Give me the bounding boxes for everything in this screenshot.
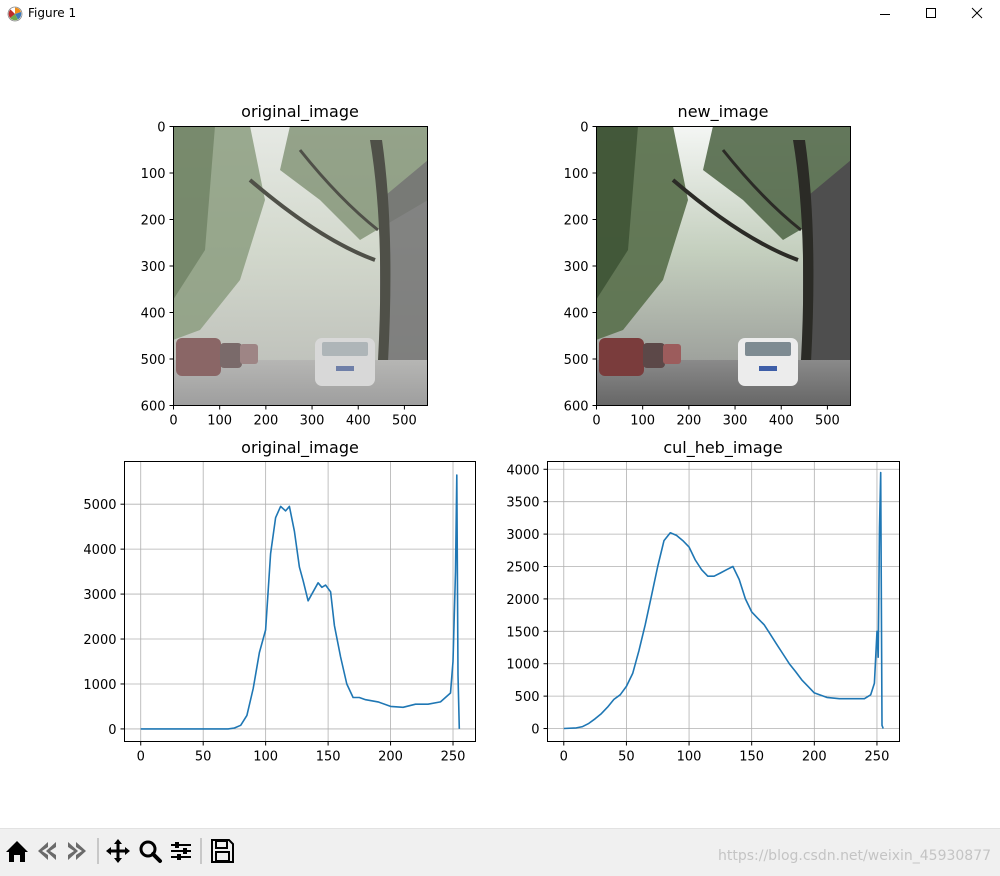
axes-frame [124, 461, 476, 742]
x-tick-label: 250 [441, 750, 466, 765]
original-histogram-axes: original_image 0 50 100 150 200 250 0 1000 2000 3… [83, 438, 476, 765]
axes-title: original_image [241, 438, 359, 458]
y-tick-label: 500 [141, 353, 166, 368]
x-tick-label: 400 [346, 414, 371, 429]
x-tick-label: 200 [378, 750, 403, 765]
histogram-line [140, 474, 461, 730]
histogram-line [563, 471, 884, 730]
y-tick-label: 3500 [506, 496, 539, 511]
x-tick-label: 200 [676, 414, 701, 429]
axes-title: original_image [241, 102, 359, 122]
close-icon [971, 7, 983, 19]
x-tick-label: 100 [253, 750, 278, 765]
zoom-icon [139, 840, 162, 863]
x-tick-label: 0 [137, 750, 145, 765]
back-icon [38, 842, 56, 860]
x-tick-label: 150 [316, 750, 341, 765]
y-tick-label: 1000 [506, 658, 539, 673]
y-tick-label: 0 [157, 121, 165, 136]
x-tick-label: 500 [815, 414, 840, 429]
forward-icon [68, 842, 86, 860]
close-button[interactable] [954, 0, 1000, 30]
x-tick-label: 500 [392, 414, 417, 429]
y-tick-label: 4000 [506, 463, 539, 478]
pan-button[interactable] [103, 835, 133, 867]
axes-title: cul_heb_image [663, 438, 782, 458]
minimize-button[interactable] [862, 0, 908, 30]
y-tick-label: 1500 [506, 625, 539, 640]
axes-title: new_image [678, 102, 769, 122]
new-image-axes: new_image 0 100 200 300 400 500 0 100 200 300 400 5… [564, 102, 851, 429]
histogram-plot: 0 50 100 150 200 250 0 1000 2000 3000 4000 5000 [83, 461, 476, 765]
y-tick-label: 1000 [83, 678, 116, 693]
y-tick-label: 200 [141, 214, 166, 229]
y-tick-label: 0 [580, 121, 588, 136]
pan-icon [106, 839, 130, 863]
maximize-icon [926, 8, 936, 18]
toolbar-separator [97, 838, 99, 864]
configure-subplots-button[interactable] [166, 835, 196, 867]
x-tick-label: 100 [630, 414, 655, 429]
save-button[interactable] [207, 835, 237, 867]
back-button[interactable] [32, 835, 62, 867]
x-tick-label: 0 [560, 750, 568, 765]
x-tick-label: 200 [253, 414, 278, 429]
y-tick-label: 400 [564, 307, 589, 322]
zoom-button[interactable] [135, 835, 165, 867]
y-tick-label: 400 [141, 307, 166, 322]
y-tick-label: 300 [141, 260, 166, 275]
equalized-histogram-axes: cul_heb_image 0 50 100 150 200 25005001000150… [506, 438, 900, 765]
watermark-text: https://blog.csdn.net/weixin_45930877 [718, 848, 992, 864]
window-title: Figure 1 [28, 6, 77, 20]
y-tick-label: 300 [564, 260, 589, 275]
y-tick-label: 3000 [83, 588, 116, 603]
home-button[interactable] [2, 835, 32, 867]
toolbar-separator [200, 838, 202, 864]
forward-button[interactable] [62, 835, 92, 867]
y-tick-label: 600 [564, 400, 589, 415]
y-tick-label: 100 [564, 167, 589, 182]
x-tick-label: 400 [769, 414, 794, 429]
x-tick-label: 150 [739, 750, 764, 765]
x-tick-label: 100 [677, 750, 702, 765]
y-tick-label: 0 [108, 723, 116, 738]
x-tick-label: 50 [618, 750, 635, 765]
save-icon [211, 839, 234, 863]
matplotlib-logo-icon [7, 6, 23, 22]
home-icon [6, 841, 28, 862]
street-photo-equalized [596, 126, 851, 406]
x-tick-label: 300 [300, 414, 325, 429]
y-tick-label: 3000 [506, 528, 539, 543]
x-tick-label: 100 [207, 414, 232, 429]
y-tick-label: 100 [141, 167, 166, 182]
y-tick-label: 4000 [83, 543, 116, 558]
y-tick-label: 0 [531, 723, 539, 738]
configure-subplots-icon [171, 842, 191, 860]
x-tick-label: 50 [195, 750, 212, 765]
histogram-plot: 0 50 100 150 200 2500500100015002000250030003… [506, 461, 900, 765]
figure-canvas[interactable]: original_image 0 100 200 300 400 500010020030… [0, 30, 1000, 828]
x-tick-label: 300 [723, 414, 748, 429]
y-tick-label: 5000 [83, 498, 116, 513]
street-photo-original [173, 126, 428, 406]
x-tick-label: 250 [865, 750, 890, 765]
x-tick-label: 0 [169, 414, 177, 429]
y-tick-label: 200 [564, 214, 589, 229]
x-tick-label: 0 [592, 414, 600, 429]
y-tick-label: 600 [141, 400, 166, 415]
maximize-button[interactable] [908, 0, 954, 30]
x-tick-label: 200 [802, 750, 827, 765]
minimize-icon [880, 14, 890, 15]
y-tick-label: 2000 [83, 633, 116, 648]
y-tick-label: 500 [564, 353, 589, 368]
y-tick-label: 2500 [506, 561, 539, 576]
y-tick-label: 500 [515, 690, 540, 705]
y-tick-label: 2000 [506, 593, 539, 608]
original-image-axes: original_image 0 100 200 300 400 500 0 100 200 30… [141, 102, 428, 429]
title-bar: Figure 1 [0, 0, 1000, 30]
